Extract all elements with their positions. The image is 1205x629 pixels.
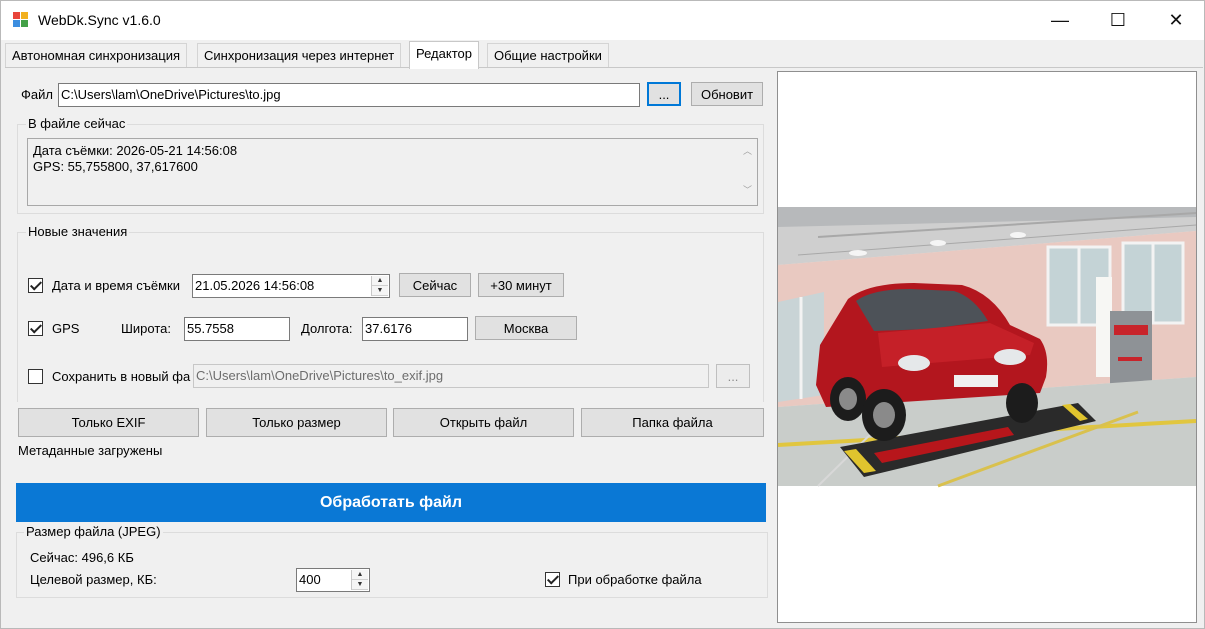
status-text: Метаданные загружены [18,443,163,458]
datetime-checkbox[interactable] [28,278,43,293]
tab-strip: Автономная синхронизация Синхронизация ч… [1,41,1204,69]
target-size-label: Целевой размер, КБ: [30,572,157,587]
gps-label: GPS [52,321,80,336]
save-new-file-browse-button[interactable]: ... [716,364,750,388]
maximize-icon: ☐ [1109,10,1127,30]
file-path-input[interactable]: C:\Users\lam\OneDrive\Pictures\to.jpg [58,83,640,107]
file-folder-button[interactable]: Папка файла [581,408,764,437]
window-title: WebDk.Sync v1.6.0 [38,12,161,28]
latitude-label: Широта: [121,321,172,336]
size-only-button[interactable]: Только размер [206,408,387,437]
save-new-file-checkbox[interactable] [28,369,43,384]
new-values-title: Новые значения [26,224,130,239]
maximize-button[interactable]: ☐ [1089,1,1147,40]
datetime-spinner[interactable]: ▲ ▼ [371,276,388,296]
open-file-button[interactable]: Открыть файл [393,408,574,437]
close-button[interactable]: ✕ [1147,1,1205,40]
target-size-value: 400 [299,572,321,587]
current-values-group: В файле сейчас Дата съёмки: 2026-05-21 1… [17,116,764,214]
file-size-group: Размер файла (JPEG) [16,524,768,598]
current-gps-text: GPS: 55,755800, 37,617600 [33,159,198,174]
spin-up-icon[interactable]: ▲ [372,276,388,286]
car-photo [777,207,1197,488]
gps-checkbox[interactable] [28,321,43,336]
now-button[interactable]: Сейчас [399,273,471,297]
scroll-up-icon: ︿ [743,146,753,156]
plus-30-minutes-button[interactable]: +30 минут [478,273,564,297]
current-values-textbox[interactable]: Дата съёмки: 2026-05-21 14:56:08 GPS: 55… [27,138,758,206]
editor-panel: Файл C:\Users\lam\OneDrive\Pictures\to.j… [5,67,1203,625]
refresh-button[interactable]: Обновит [691,82,763,106]
target-size-spinner[interactable]: ▲ ▼ [351,570,368,590]
scroll-down-icon: ﹀ [743,185,753,195]
app-window: WebDk.Sync v1.6.0 — ☐ ✕ Автономная синхр… [0,0,1205,629]
exif-only-button[interactable]: Только EXIF [18,408,199,437]
process-file-button[interactable]: Обработать файл [16,483,766,522]
datetime-picker[interactable]: 21.05.2026 14:56:08 [192,274,390,298]
current-date-text: Дата съёмки: 2026-05-21 14:56:08 [33,143,238,158]
current-size-text: Сейчас: 496,6 КБ [30,550,134,565]
spin-down-icon[interactable]: ▼ [372,286,388,296]
tab-internet-sync[interactable]: Синхронизация через интернет [197,43,402,67]
title-bar: WebDk.Sync v1.6.0 — ☐ ✕ [1,1,1204,40]
browse-file-button[interactable]: ... [647,82,681,106]
minimize-button[interactable]: — [1031,1,1089,40]
longitude-label: Долгота: [301,321,353,336]
datetime-value: 21.05.2026 14:56:08 [195,278,315,293]
on-process-checkbox[interactable] [545,572,560,587]
tab-offline-sync[interactable]: Автономная синхронизация [5,43,188,67]
current-values-title: В файле сейчас [26,116,128,131]
app-logo-icon [13,12,29,28]
save-new-file-label: Сохранить в новый фа [52,369,191,384]
photo-preview [777,207,1197,488]
image-preview [777,71,1197,623]
textbox-scrollbar[interactable]: ︿ ﹀ [739,139,757,205]
on-process-label: При обработке файла [568,572,702,587]
close-icon: ✕ [1168,10,1184,30]
longitude-input[interactable]: 37.6176 [362,317,468,341]
spin-up-icon[interactable]: ▲ [352,570,368,580]
spin-down-icon[interactable]: ▼ [352,580,368,590]
latitude-input[interactable]: 55.7558 [184,317,290,341]
moscow-button[interactable]: Москва [475,316,577,340]
file-size-title: Размер файла (JPEG) [24,524,163,539]
tab-editor[interactable]: Редактор [409,41,479,69]
minimize-icon: — [1051,10,1069,30]
save-new-file-path-input[interactable]: C:\Users\lam\OneDrive\Pictures\to_exif.j… [193,364,709,388]
tab-general-settings[interactable]: Общие настройки [487,43,609,67]
file-label: Файл [21,87,53,102]
datetime-label: Дата и время съёмки [52,278,180,293]
